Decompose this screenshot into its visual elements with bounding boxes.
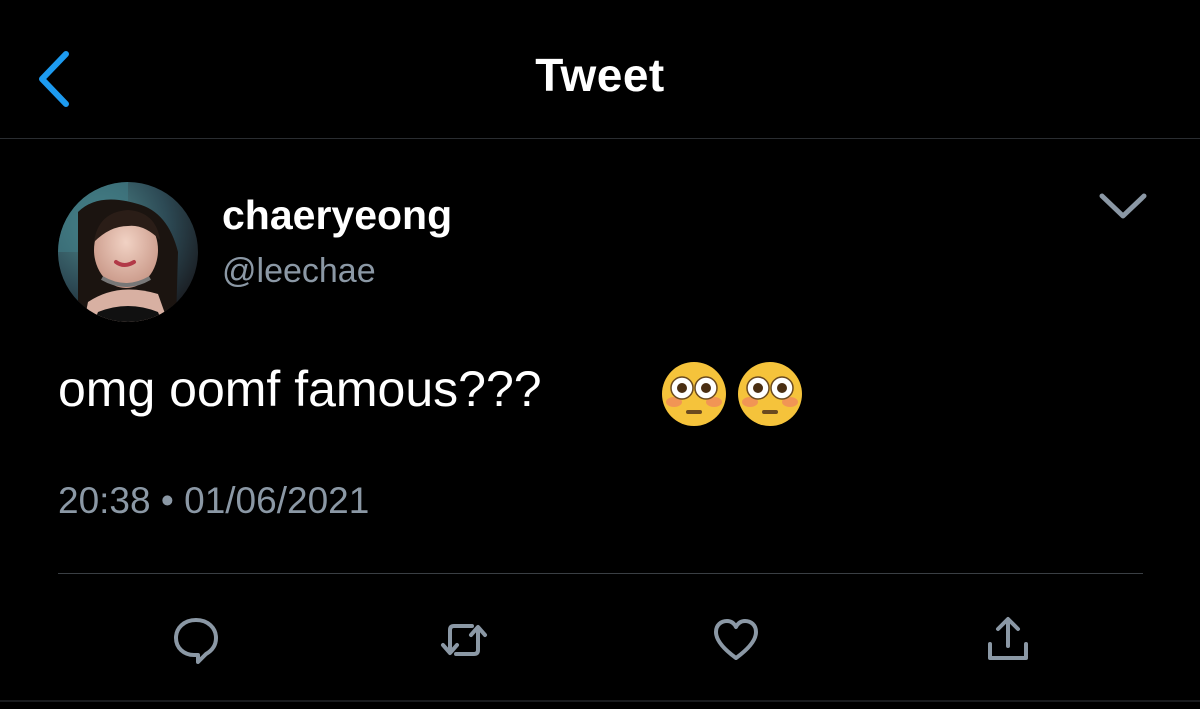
divider: [58, 573, 1143, 574]
author-handle[interactable]: @leechae: [222, 252, 376, 291]
retweet-button[interactable]: [436, 612, 492, 668]
meta-separator: •: [160, 480, 174, 521]
avatar[interactable]: [58, 182, 198, 322]
chevron-down-icon: [1099, 193, 1147, 219]
reply-button[interactable]: [168, 612, 224, 668]
reply-icon: [174, 618, 218, 664]
tweet-time: 20:38: [58, 480, 151, 521]
tweet-date: 01/06/2021: [184, 480, 370, 521]
profile-photo: [58, 182, 198, 322]
flushed-face-emoji: [738, 362, 802, 426]
flushed-face-emoji: [662, 362, 726, 426]
bottom-border: [0, 700, 1200, 702]
share-button[interactable]: [980, 612, 1036, 668]
top-nav-bar: Tweet: [0, 0, 1200, 139]
tweet-timestamp: 20:38 • 01/06/2021: [58, 480, 369, 522]
retweet-icon: [441, 624, 487, 656]
tweet-text: omg oomf famous???: [58, 361, 542, 417]
like-button[interactable]: [708, 612, 764, 668]
heart-icon: [714, 619, 758, 660]
page-title: Tweet: [535, 49, 665, 101]
tweet-detail-screen: Tweet chaeryeong @leechae omg oomf famou…: [0, 0, 1200, 709]
author-display-name[interactable]: chaeryeong: [222, 192, 452, 239]
share-icon: [988, 617, 1028, 660]
more-options-button[interactable]: [1092, 184, 1154, 228]
